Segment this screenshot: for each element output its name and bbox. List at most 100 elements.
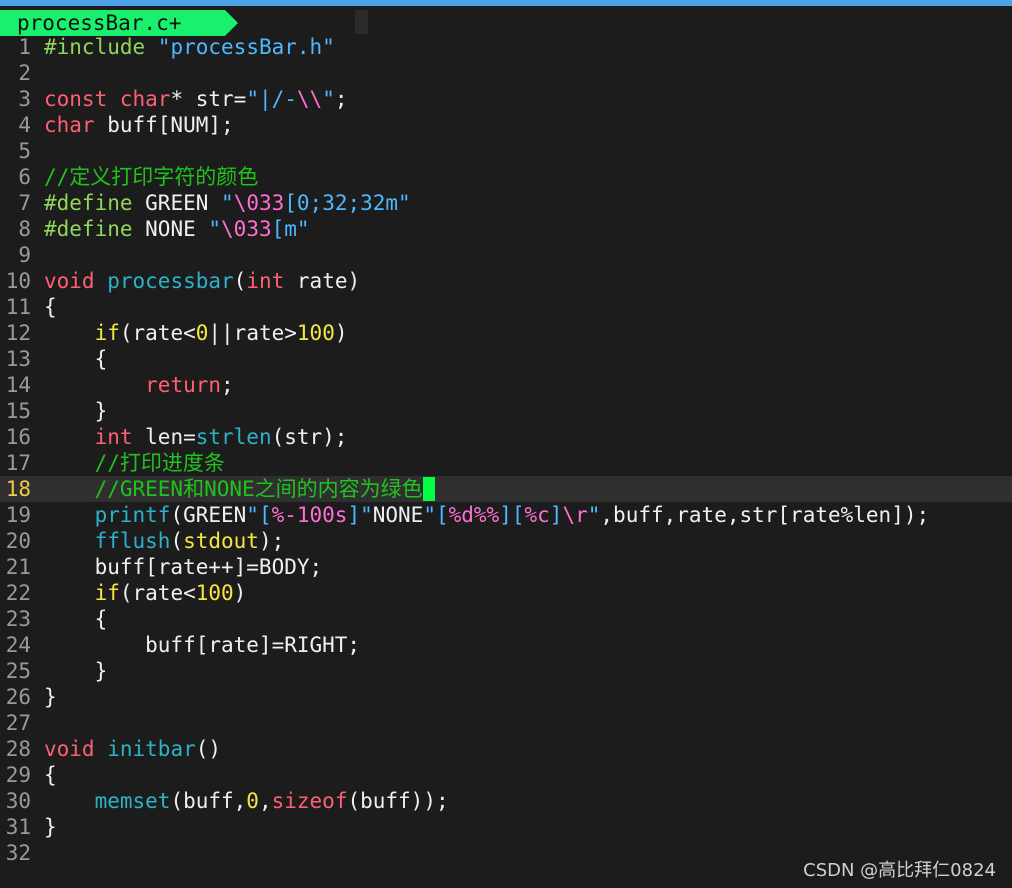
code-line[interactable]: 5	[0, 138, 1012, 164]
code-text: memset(buff,0,sizeof(buff));	[44, 788, 449, 814]
code-token: return	[145, 373, 222, 397]
code-token: ]	[549, 503, 563, 527]
code-line[interactable]: 18 //GREEN和NONE之间的内容为绿色	[0, 476, 1012, 502]
code-token: (str);	[271, 425, 348, 449]
code-line[interactable]: 12 if(rate<0||rate>100)	[0, 320, 1012, 346]
code-token: int	[246, 269, 285, 293]
code-token: buff[rate]=RIGHT;	[44, 633, 361, 657]
line-number: 26	[5, 685, 31, 709]
code-token: int	[94, 425, 133, 449]
code-line[interactable]: 23 {	[0, 606, 1012, 632]
line-number: 29	[5, 763, 31, 787]
line-number: 3	[18, 87, 31, 111]
code-line[interactable]: 29 {	[0, 762, 1012, 788]
code-token: )	[334, 321, 348, 345]
code-line[interactable]: 1 #include "processBar.h"	[0, 34, 1012, 60]
code-line[interactable]: 25 }	[0, 658, 1012, 684]
code-text: printf(GREEN"[%-100s]"NONE"[%d%%][%c]\r"…	[44, 502, 930, 528]
code-line[interactable]: 31}	[0, 814, 1012, 840]
code-token: buff[rate++]=BODY;	[44, 555, 323, 579]
code-line[interactable]: 4 char buff[NUM];	[0, 112, 1012, 138]
code-token: #define	[44, 217, 133, 241]
code-line[interactable]: 14 return;	[0, 372, 1012, 398]
code-token: %d%%	[448, 503, 500, 527]
code-line[interactable]: 27	[0, 710, 1012, 736]
code-line[interactable]: 9	[0, 242, 1012, 268]
line-number: 28	[5, 737, 31, 761]
code-token: void	[44, 269, 95, 293]
code-token: 100	[296, 321, 335, 345]
code-token: memset	[94, 789, 171, 813]
code-line[interactable]: 20 fflush(stdout);	[0, 528, 1012, 554]
code-token: "[	[246, 503, 272, 527]
code-line[interactable]: 24 buff[rate]=RIGHT;	[0, 632, 1012, 658]
code-line[interactable]: 2	[0, 60, 1012, 86]
code-token: (	[170, 529, 184, 553]
code-text: buff[rate++]=BODY;	[44, 554, 323, 580]
code-line[interactable]: 6 //定义打印字符的颜色	[0, 164, 1012, 190]
code-line[interactable]: 19 printf(GREEN"[%-100s]"NONE"[%d%%][%c]…	[0, 502, 1012, 528]
code-text: {	[44, 606, 108, 632]
code-line[interactable]: 11 {	[0, 294, 1012, 320]
code-line[interactable]: 16 int len=strlen(str);	[0, 424, 1012, 450]
code-text: //打印进度条	[44, 450, 225, 476]
line-number: 7	[18, 191, 31, 215]
tabline-marker	[355, 10, 368, 34]
line-number: 12	[5, 321, 31, 345]
code-token: }	[44, 815, 57, 839]
code-line[interactable]: 15 }	[0, 398, 1012, 424]
line-number: 17	[5, 451, 31, 475]
file-tab[interactable]: processBar.c+	[0, 10, 238, 36]
code-text: {	[44, 762, 57, 788]
code-token: if	[94, 321, 120, 345]
code-token: ][	[499, 503, 525, 527]
code-token: (	[233, 269, 247, 293]
code-line[interactable]: 21 buff[rate++]=BODY;	[0, 554, 1012, 580]
code-token: ;	[221, 373, 234, 397]
code-token: {	[44, 347, 108, 371]
code-text: int len=strlen(str);	[44, 424, 348, 450]
code-line[interactable]: 28 void initbar()	[0, 736, 1012, 762]
code-line[interactable]: 26}	[0, 684, 1012, 710]
code-text: const char* str="|/-\\";	[44, 86, 348, 112]
code-line[interactable]: 22 if(rate<100)	[0, 580, 1012, 606]
code-line[interactable]: 10 void processbar(int rate)	[0, 268, 1012, 294]
code-token: {	[44, 295, 57, 319]
text-cursor	[422, 477, 435, 501]
code-token: #define	[44, 191, 133, 215]
code-line[interactable]: 3 const char* str="|/-\\";	[0, 86, 1012, 112]
code-text: //GREEN和NONE之间的内容为绿色	[44, 476, 435, 502]
code-token: ]"	[347, 503, 373, 527]
code-token: ()	[195, 737, 222, 761]
line-number: 6	[18, 165, 31, 189]
code-line[interactable]: 13 {	[0, 346, 1012, 372]
code-line[interactable]: 7 #define GREEN "\033[0;32;32m"	[0, 190, 1012, 216]
code-line[interactable]: 17 //打印进度条	[0, 450, 1012, 476]
code-token: );	[258, 529, 285, 553]
code-line[interactable]: 8 #define NONE "\033[m"	[0, 216, 1012, 242]
code-token: "[	[423, 503, 449, 527]
code-token: {	[44, 763, 57, 787]
code-text: #define NONE "\033[m"	[44, 216, 310, 242]
code-text: {	[44, 294, 57, 320]
line-number: 5	[18, 139, 31, 163]
code-text: fflush(stdout);	[44, 528, 285, 554]
code-editor[interactable]: 1 #include "processBar.h" 2 3 const char* st…	[0, 34, 1012, 866]
code-line[interactable]: 30 memset(buff,0,sizeof(buff));	[0, 788, 1012, 814]
code-token: len=	[132, 425, 196, 449]
code-token: ,buff,rate,str[rate%len]);	[600, 503, 930, 527]
code-token: GREEN	[132, 191, 222, 215]
line-number: 14	[5, 373, 31, 397]
code-token: (rate<	[119, 581, 196, 605]
line-number: 24	[5, 633, 31, 657]
code-token: rate)	[284, 269, 361, 293]
code-token: const	[44, 87, 108, 111]
code-token: "processBar.h"	[157, 35, 335, 59]
code-token: (buff));	[347, 789, 449, 813]
line-number: 8	[18, 217, 31, 241]
